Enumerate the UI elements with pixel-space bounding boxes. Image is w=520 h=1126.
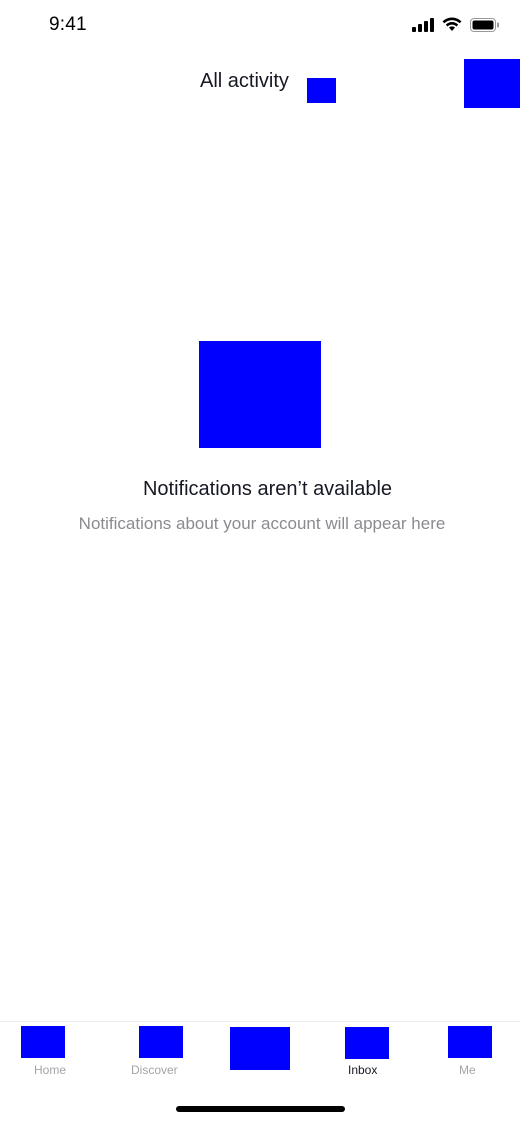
status-time: 9:41 xyxy=(49,14,87,35)
status-bar: 9:41 xyxy=(0,0,520,54)
discover-icon xyxy=(139,1026,183,1058)
wifi-icon xyxy=(442,17,462,31)
chevron-down-icon[interactable] xyxy=(307,78,336,103)
empty-state-title: Notifications aren’t available xyxy=(142,478,393,500)
tab-inbox-label: Inbox xyxy=(348,1063,378,1077)
direct-message-icon[interactable] xyxy=(464,59,520,108)
cellular-signal-icon xyxy=(412,17,434,32)
header: All activity xyxy=(0,54,520,112)
inbox-icon xyxy=(345,1027,389,1059)
empty-state-subtitle: Notifications about your account will ap… xyxy=(78,514,446,533)
tab-home-label: Home xyxy=(34,1063,67,1077)
tab-create[interactable] xyxy=(208,1022,312,1082)
tab-home[interactable]: Home xyxy=(0,1022,104,1082)
tab-me[interactable]: Me xyxy=(416,1022,520,1082)
profile-icon xyxy=(448,1026,492,1058)
tab-inbox[interactable]: Inbox xyxy=(312,1022,416,1082)
tab-discover[interactable]: Discover xyxy=(104,1022,208,1082)
create-icon xyxy=(230,1027,290,1070)
battery-icon xyxy=(470,17,499,32)
tab-discover-label: Discover xyxy=(131,1063,178,1077)
activity-filter-title[interactable]: All activity xyxy=(200,70,289,93)
home-icon xyxy=(21,1026,65,1058)
notification-illustration-icon xyxy=(199,341,321,448)
status-icons xyxy=(412,17,500,32)
tab-me-label: Me xyxy=(459,1063,476,1077)
home-indicator[interactable] xyxy=(176,1106,345,1112)
